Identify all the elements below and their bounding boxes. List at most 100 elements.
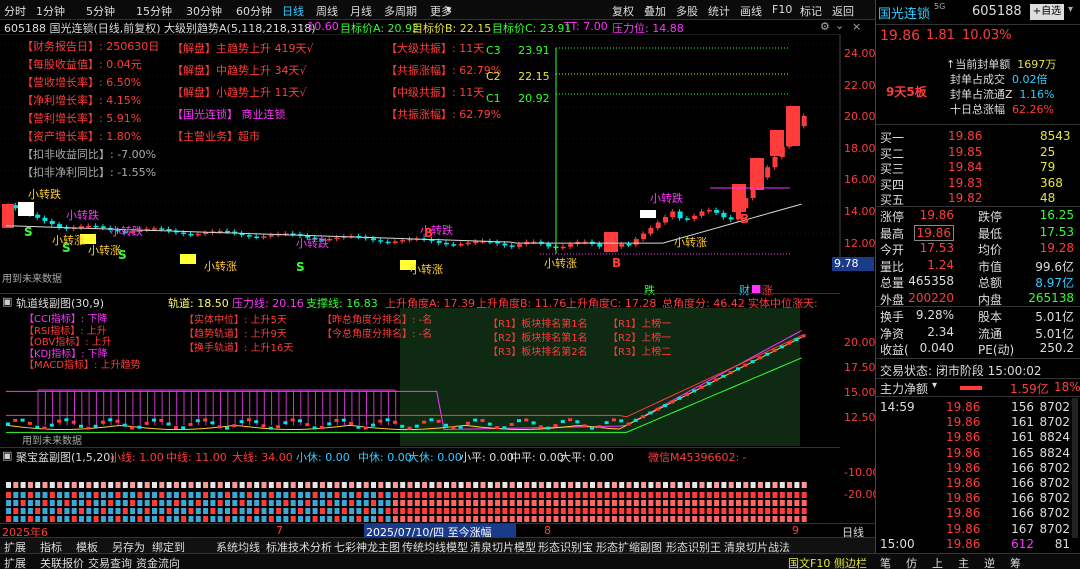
signal-block [334,516,340,522]
status-item[interactable]: 国文F10 [788,555,830,569]
signal-block [188,516,194,522]
toolbar-btn[interactable]: 统计 [708,3,730,19]
toolbar-btn[interactable]: 多股 [676,3,698,19]
period-tab[interactable]: 15分钟 [136,3,172,19]
tick-row[interactable]: 19.86 165 8824 [878,446,1078,461]
status-item[interactable]: 筹 [1010,555,1021,569]
signal-block [444,516,449,522]
status-item[interactable]: 主 [958,555,969,569]
status-item[interactable]: 关联报价 [40,555,84,569]
signal-block [27,492,33,498]
orderbook-row[interactable]: 买一 19.86 8543 [878,128,1078,145]
stat-label: 市值 [978,259,1003,274]
toolbar-btn[interactable]: 标记 [800,3,822,19]
status-item[interactable]: 交易查询 [88,555,132,569]
orderbook-row[interactable]: 买三 19.84 79 [878,159,1078,176]
status-item[interactable]: 逆 [984,555,995,569]
period-tab[interactable]: 5分钟 [86,3,115,19]
chevron-down-icon[interactable]: ▾ [1068,4,1073,15]
chevron-down-icon[interactable]: ⌄ [835,19,844,32]
signal-block [524,500,530,506]
signal-block [79,500,84,506]
add-watchlist-button[interactable]: +自选 [1030,4,1064,20]
tick-row[interactable]: 19.86 161 8702 [878,415,1078,430]
status-item[interactable]: 资金流向 [136,555,180,569]
signal-block-top [64,482,70,488]
menu-icon[interactable]: ▣ [2,295,12,308]
status-item[interactable]: 笔 [880,555,891,569]
signal-block [721,500,727,506]
signal-block [298,500,303,506]
tick-row[interactable]: 19.86 166 8702 [878,476,1078,491]
period-tab[interactable]: 多周期 [384,3,417,19]
period-tab[interactable]: 30分钟 [186,3,222,19]
tick-row[interactable]: 14:59 19.86 156 8702 [878,400,1078,415]
toolbar-btn[interactable]: 叠加 [644,3,666,19]
period-tab[interactable]: 1分钟 [36,3,65,19]
signal-block [487,492,493,498]
status-item[interactable]: 侧边栏 [834,555,867,569]
signal-block-top [137,482,143,488]
period-tab[interactable]: 60分钟 [236,3,272,19]
tick-row[interactable]: 19.86 166 8702 [878,461,1078,476]
candle-body [49,220,55,225]
jubaopen-chart[interactable] [0,462,840,524]
signal-block-top [356,482,362,488]
candle-body [57,224,63,228]
period-tab[interactable]: 分时 [4,3,26,19]
menu-icon[interactable]: ▣ [2,449,12,462]
sub1-info-e: 【R1】上榜一 【R2】上榜一 【R3】上榜二 [608,318,671,360]
close-icon[interactable]: × [852,20,861,33]
scrollbar[interactable] [1072,398,1078,538]
target-labels: C3 23.91 C2 22.15 C1 20.92 [486,40,550,110]
signal-block [641,492,647,498]
signal-block [531,508,537,514]
status-item[interactable]: 仿 [906,555,917,569]
price-change: 1.81 [926,28,955,43]
signal-block-top [684,482,690,488]
toolbar-btn[interactable]: F10 [772,3,792,16]
signal-block [765,508,771,514]
orderbook-row[interactable]: 买五 19.82 48 [878,190,1078,207]
period-tab[interactable]: 周线 [316,3,338,19]
settings-icon[interactable]: ⚙ [820,20,830,33]
signal-block-top [619,482,625,488]
period-tab-active[interactable]: 日线 [282,3,304,19]
signal-block [27,508,33,514]
sub1-candle [217,425,222,429]
seal-label: ↑当前封单额 1697万 [946,58,1057,71]
chevron-down-icon[interactable]: ▾ [932,380,937,391]
stat-label: 均价 [978,243,1003,257]
period-tab[interactable]: 月线 [350,3,372,19]
info-line: 【R2】板块排名第1名 [488,333,588,344]
ob-volume: 8543 [1040,129,1071,143]
signal-block [736,492,741,498]
signal-block-top [641,482,647,488]
status-item[interactable]: 上 [932,555,943,569]
tick-row[interactable]: 19.86 161 8824 [878,430,1078,445]
chevron-down-icon[interactable]: ▾ [446,3,452,16]
toolbar-btn[interactable]: 画线 [740,3,762,19]
candle-body [502,243,508,246]
signal-block [699,500,705,506]
tick-row[interactable]: 19.86 167 8702 [878,522,1078,537]
signal-block [611,500,617,506]
tick-row[interactable]: 19.86 166 8702 [878,506,1078,521]
signal-block [538,516,544,522]
sub1-candle [79,424,83,428]
tick-row[interactable]: 15:00 19.86 612 81 [878,537,1078,552]
ob-price: 19.82 [948,191,983,205]
signal-block [363,492,369,498]
toolbar-btn[interactable]: 返回 [832,3,854,19]
toolbar-btn[interactable]: 复权 [612,3,634,19]
ob-price: 19.83 [948,175,983,190]
signal-block-top [611,482,617,488]
orderbook-row[interactable]: 买二 19.85 25 [878,144,1078,161]
sub1-candle [188,423,193,427]
tick-row[interactable]: 19.86 166 8702 [878,491,1078,506]
signal-block-top [502,482,508,488]
status-item[interactable]: 扩展 [4,555,26,569]
orderbook-row[interactable]: 买四 19.83 368 [878,175,1078,192]
candle-body [371,238,376,241]
stat-value: 1.24 [927,257,954,272]
